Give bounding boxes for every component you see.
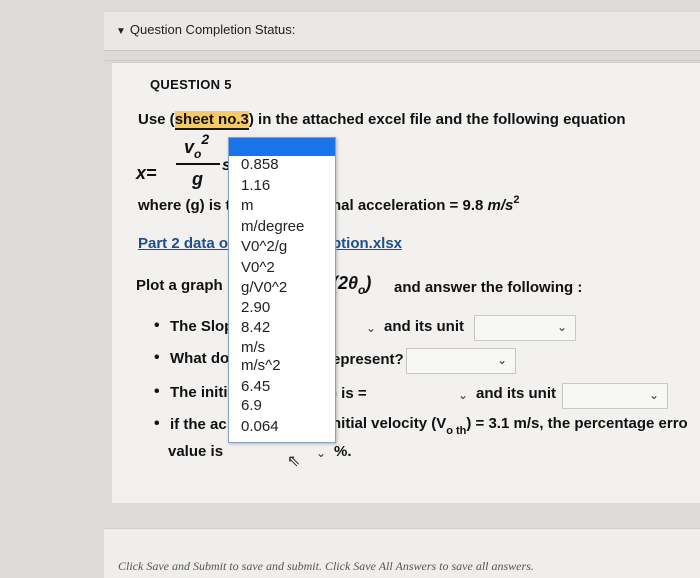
answer-dropdown-list[interactable]: 0.858 1.16 m m/degree V0^2/g V0^2 g/V0^2… bbox=[228, 137, 336, 443]
bullet-1: • bbox=[154, 317, 160, 334]
equation-x: x= bbox=[136, 163, 157, 183]
submit-instructions-panel: Click Save and Submit to save and submit… bbox=[104, 528, 700, 578]
percent-text: %. bbox=[334, 443, 352, 460]
chevron-down-icon[interactable]: ⌄ bbox=[316, 446, 326, 460]
accel-label: hal acceleration = 9.8 bbox=[332, 197, 484, 214]
equation-denominator: g bbox=[192, 169, 203, 189]
question-intro: Use (sheet no.3) in the attached excel f… bbox=[138, 111, 626, 130]
xlsx-file-link[interactable]: ption.xlsx bbox=[332, 235, 402, 252]
initial-unit-text: and its unit bbox=[476, 385, 556, 402]
velocity-sub: o th bbox=[446, 425, 467, 437]
bullet-4: • bbox=[154, 415, 160, 432]
collapse-triangle-icon[interactable]: ▼ bbox=[116, 26, 126, 37]
completion-status-label: Question Completion Status: bbox=[129, 22, 296, 37]
sin-sub: o bbox=[358, 283, 366, 297]
answer-following-text: and answer the following : bbox=[394, 279, 583, 296]
dropdown-option[interactable]: 2.90 bbox=[241, 299, 270, 316]
slope-unit-text: and its unit bbox=[384, 318, 464, 335]
completion-status-toggle[interactable]: ▼ Question Completion Status: bbox=[116, 22, 295, 37]
dropdown-option[interactable]: m bbox=[241, 197, 254, 214]
where-text: where (g) is t bbox=[138, 197, 231, 214]
equation-numerator: vo2 bbox=[184, 131, 209, 161]
mouse-cursor-icon: ⇖ bbox=[287, 453, 301, 470]
chevron-down-icon[interactable]: ⌄ bbox=[458, 388, 468, 402]
if-the-text: if the ac bbox=[170, 416, 227, 433]
sheet-reference: sheet no.3 bbox=[174, 111, 249, 130]
dropdown-option[interactable]: 6.9 bbox=[241, 397, 262, 414]
chevron-down-icon: ⌄ bbox=[648, 388, 659, 402]
acceleration-text: hal acceleration = 9.8 m/s2 bbox=[332, 194, 520, 214]
dropdown-option[interactable]: 0.064 bbox=[241, 418, 279, 435]
part2-data-link[interactable]: Part 2 data o bbox=[138, 235, 228, 252]
submit-instructions: Click Save and Submit to save and submit… bbox=[118, 559, 534, 573]
initial-text: The initi bbox=[170, 384, 228, 401]
dropdown-option[interactable]: m/s^2 bbox=[241, 357, 281, 374]
plot-text: Plot a graph bbox=[136, 277, 223, 294]
question-panel: QUESTION 5 Use (sheet no.3) in the attac… bbox=[112, 62, 700, 503]
sin-close: ) bbox=[365, 273, 372, 293]
what-do-text: What do bbox=[170, 350, 230, 367]
chevron-down-icon: ⌄ bbox=[496, 353, 507, 367]
velocity-label: nitial velocity (V bbox=[332, 415, 447, 432]
slope-unit-select[interactable]: ⌄ bbox=[474, 315, 576, 341]
fraction-bar bbox=[176, 163, 220, 165]
dropdown-option[interactable]: 6.45 bbox=[241, 378, 270, 395]
dropdown-option[interactable]: m/degree bbox=[241, 218, 304, 235]
accel-exp: 2 bbox=[513, 194, 520, 206]
dropdown-option[interactable]: 8.42 bbox=[241, 319, 270, 336]
dropdown-option[interactable]: 0.858 bbox=[241, 156, 279, 173]
question-title: QUESTION 5 bbox=[150, 77, 232, 92]
represent-select[interactable]: ⌄ bbox=[406, 348, 516, 374]
accel-unit: m/s bbox=[487, 197, 514, 214]
status-divider bbox=[104, 60, 700, 61]
dropdown-option[interactable]: 1.16 bbox=[241, 177, 270, 194]
bullet-3: • bbox=[154, 383, 160, 400]
intro-suffix: ) in the attached excel file and the fol… bbox=[248, 111, 626, 128]
sin-expression: (2θo) bbox=[332, 273, 372, 297]
completion-status-bar: ▼ Question Completion Status: bbox=[104, 12, 700, 61]
bullet-2: • bbox=[154, 349, 160, 366]
intro-prefix: Use ( bbox=[138, 111, 175, 128]
eq-v: v bbox=[184, 137, 195, 157]
eq-sub-o: o bbox=[194, 147, 202, 161]
velocity-end: ) = 3.1 m/s, the percentage erro bbox=[466, 415, 688, 432]
chevron-down-icon[interactable]: ⌄ bbox=[366, 321, 376, 335]
chevron-down-icon: ⌄ bbox=[556, 320, 567, 334]
slope-text: The Slop bbox=[170, 318, 234, 335]
represent-text: epresent? bbox=[332, 351, 404, 368]
eq-exp-2: 2 bbox=[201, 131, 210, 147]
is-equals-text: ) is = bbox=[332, 385, 367, 402]
dropdown-selected-highlight[interactable] bbox=[229, 138, 335, 156]
dropdown-option[interactable]: V0^2 bbox=[241, 259, 275, 276]
dropdown-option[interactable]: V0^2/g bbox=[241, 238, 287, 255]
dropdown-option[interactable]: g/V0^2 bbox=[241, 279, 287, 296]
initial-velocity-text: nitial velocity (Vo th) = 3.1 m/s, the p… bbox=[332, 415, 688, 437]
dropdown-option[interactable]: m/s bbox=[241, 339, 265, 356]
value-is-text: value is bbox=[168, 443, 224, 460]
initial-unit-select[interactable]: ⌄ bbox=[562, 383, 668, 409]
